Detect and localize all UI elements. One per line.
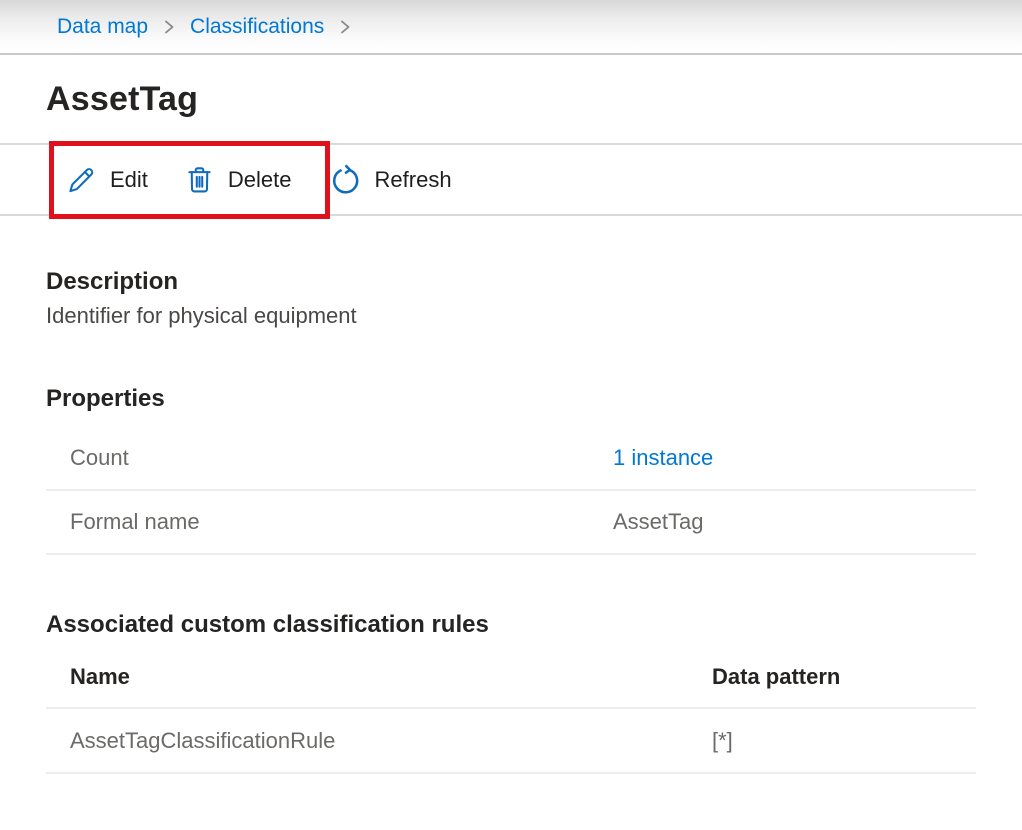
delete-button[interactable]: Delete <box>184 164 292 195</box>
classification-detail-page: Data map Classifications AssetTag <box>0 0 1022 830</box>
breadcrumb-link-classifications[interactable]: Classifications <box>190 15 324 39</box>
rule-pattern-cell: [*] <box>712 728 733 754</box>
table-row: Formal name AssetTag <box>46 491 976 555</box>
table-row: Count 1 instance <box>46 427 976 491</box>
breadcrumb: Data map Classifications <box>57 15 353 39</box>
properties-heading: Properties <box>46 385 976 413</box>
rules-table-header: Name Data pattern <box>46 647 976 709</box>
page-title: AssetTag <box>46 80 198 119</box>
rules-table: Name Data pattern AssetTagClassification… <box>46 647 976 774</box>
breadcrumb-link-data-map[interactable]: Data map <box>57 15 148 39</box>
main-content: Description Identifier for physical equi… <box>0 268 1022 774</box>
refresh-button[interactable]: Refresh <box>328 163 452 197</box>
breadcrumb-bar: Data map Classifications <box>0 0 1022 55</box>
page-header: AssetTag <box>0 55 1022 145</box>
property-label-formal-name: Formal name <box>70 509 613 535</box>
trash-icon <box>184 164 215 195</box>
column-header-data-pattern: Data pattern <box>712 664 840 690</box>
edit-button-label: Edit <box>110 167 148 193</box>
description-heading: Description <box>46 268 976 296</box>
column-header-name: Name <box>70 664 712 690</box>
delete-button-label: Delete <box>228 167 292 193</box>
pencil-icon <box>66 164 97 195</box>
property-label-count: Count <box>70 445 613 471</box>
rules-heading: Associated custom classification rules <box>46 611 976 639</box>
rule-name-cell: AssetTagClassificationRule <box>70 728 712 754</box>
properties-table: Count 1 instance Formal name AssetTag <box>46 427 976 555</box>
count-instances-link[interactable]: 1 instance <box>613 445 713 471</box>
chevron-right-icon <box>161 17 177 37</box>
formal-name-value: AssetTag <box>613 509 704 535</box>
refresh-button-label: Refresh <box>375 167 452 193</box>
refresh-icon <box>328 163 362 197</box>
description-text: Identifier for physical equipment <box>46 303 976 329</box>
command-bar: Edit Delete <box>0 145 1022 216</box>
edit-button[interactable]: Edit <box>66 164 148 195</box>
chevron-right-icon <box>337 17 353 37</box>
table-row: AssetTagClassificationRule [*] <box>46 709 976 774</box>
